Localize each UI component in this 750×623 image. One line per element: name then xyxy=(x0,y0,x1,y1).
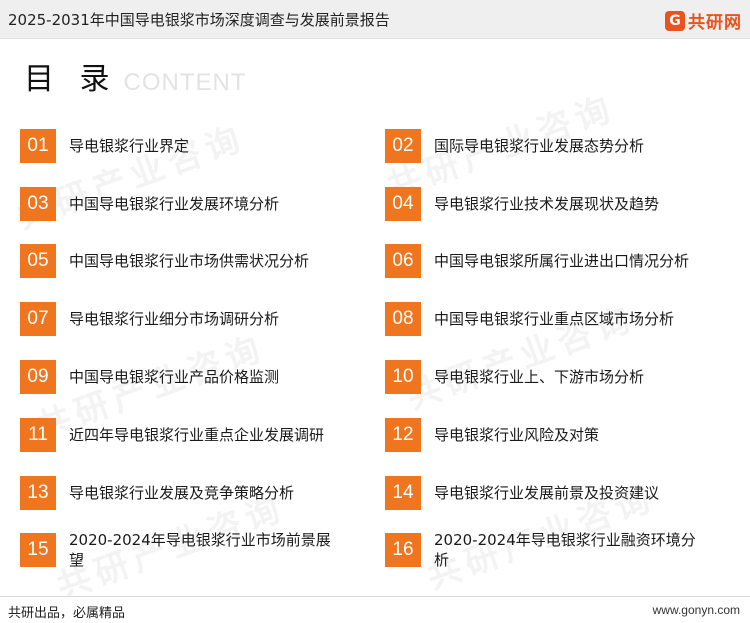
footer-url[interactable]: www.gonyn.com xyxy=(653,603,740,617)
toc-item[interactable]: 13 导电银浆行业发展及竞争策略分析 xyxy=(20,473,350,513)
toc-list: 01 导电银浆行业界定 02 国际导电银浆行业发展态势分析 03 中国导电银浆行业发展… xyxy=(0,0,750,622)
toc-item[interactable]: 15 2020-2024年导电银浆行业市场前景展望 xyxy=(20,530,350,570)
toc-item[interactable]: 09 中国导电银浆行业产品价格监测 xyxy=(20,357,350,397)
toc-item-label: 导电银浆行业界定 xyxy=(69,137,190,155)
toc-item[interactable]: 11 近四年导电银浆行业重点企业发展调研 xyxy=(20,415,350,455)
toc-item-label: 导电银浆行业细分市场调研分析 xyxy=(69,310,280,328)
toc-item[interactable]: 02 国际导电银浆行业发展态势分析 xyxy=(385,126,715,166)
toc-item[interactable]: 03 中国导电银浆行业发展环境分析 xyxy=(20,184,350,224)
toc-item-label: 近四年导电银浆行业重点企业发展调研 xyxy=(69,426,325,444)
toc-item[interactable]: 01 导电银浆行业界定 xyxy=(20,126,350,166)
toc-item-number: 04 xyxy=(385,187,421,221)
toc-item-number: 14 xyxy=(385,476,421,510)
toc-item-label: 导电银浆行业技术发展现状及趋势 xyxy=(434,195,660,213)
toc-item-number: 12 xyxy=(385,418,421,452)
toc-item[interactable]: 14 导电银浆行业发展前景及投资建议 xyxy=(385,473,715,513)
toc-item-label: 中国导电银浆行业产品价格监测 xyxy=(69,368,280,386)
toc-item[interactable]: 05 中国导电银浆行业市场供需状况分析 xyxy=(20,241,350,281)
toc-item-number: 13 xyxy=(20,476,56,510)
toc-item-number: 09 xyxy=(20,360,56,394)
toc-item[interactable]: 12 导电银浆行业风险及对策 xyxy=(385,415,715,455)
toc-item-label: 导电银浆行业发展及竞争策略分析 xyxy=(69,484,295,502)
toc-item[interactable]: 04 导电银浆行业技术发展现状及趋势 xyxy=(385,184,715,224)
toc-item-label: 2020-2024年导电银浆行业融资环境分析 xyxy=(434,531,696,569)
toc-item-number: 06 xyxy=(385,244,421,278)
toc-item-label: 中国导电银浆行业市场供需状况分析 xyxy=(69,252,310,270)
toc-item-label: 中国导电银浆行业重点区域市场分析 xyxy=(434,310,675,328)
toc-item-label: 2020-2024年导电银浆行业市场前景展望 xyxy=(69,531,331,569)
toc-item-number: 15 xyxy=(20,533,56,567)
toc-item[interactable]: 06 中国导电银浆所属行业进出口情况分析 xyxy=(385,241,715,281)
toc-item-label: 中国导电银浆所属行业进出口情况分析 xyxy=(434,252,690,270)
toc-item-number: 03 xyxy=(20,187,56,221)
toc-item-number: 11 xyxy=(20,418,56,452)
toc-item[interactable]: 10 导电银浆行业上、下游市场分析 xyxy=(385,357,715,397)
toc-item-number: 02 xyxy=(385,129,421,163)
toc-item[interactable]: 16 2020-2024年导电银浆行业融资环境分析 xyxy=(385,530,715,570)
toc-item-number: 01 xyxy=(20,129,56,163)
toc-item-number: 16 xyxy=(385,533,421,567)
toc-item[interactable]: 07 导电银浆行业细分市场调研分析 xyxy=(20,299,350,339)
toc-item-number: 10 xyxy=(385,360,421,394)
toc-item-label: 导电银浆行业发展前景及投资建议 xyxy=(434,484,660,502)
toc-item-number: 08 xyxy=(385,302,421,336)
footer-slogan: 共研出品，必属精品 xyxy=(8,606,126,621)
toc-item-label: 中国导电银浆行业发展环境分析 xyxy=(69,195,280,213)
toc-item[interactable]: 08 中国导电银浆行业重点区域市场分析 xyxy=(385,299,715,339)
toc-item-label: 国际导电银浆行业发展态势分析 xyxy=(434,137,645,155)
footer-bar: 共研出品，必属精品 www.gonyn.com xyxy=(0,596,750,623)
toc-item-number: 07 xyxy=(20,302,56,336)
toc-item-label: 导电银浆行业上、下游市场分析 xyxy=(434,368,645,386)
toc-item-number: 05 xyxy=(20,244,56,278)
toc-item-label: 导电银浆行业风险及对策 xyxy=(434,426,600,444)
